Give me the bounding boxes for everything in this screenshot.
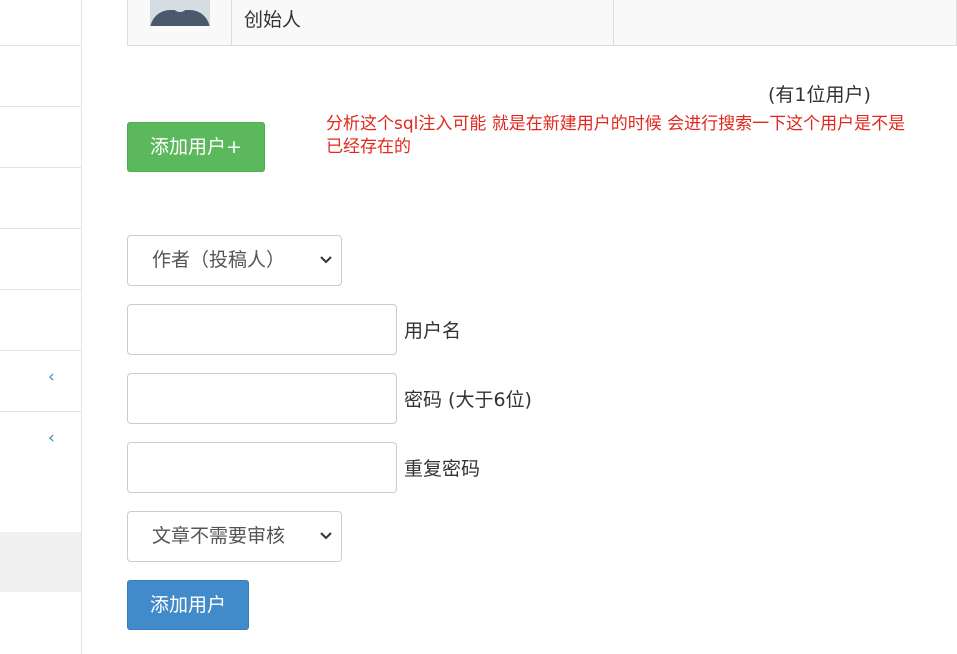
password-label: 密码 (大于6位) (404, 389, 532, 411)
sidebar-item[interactable] (0, 229, 81, 290)
add-user-submit-button[interactable]: 添加用户 (127, 580, 249, 630)
role-select[interactable]: 作者（投稿人） (127, 235, 342, 286)
review-select-value: 文章不需要审核 (152, 525, 286, 547)
chevron-down-icon (320, 256, 332, 264)
password-repeat-label: 重复密码 (404, 458, 481, 480)
annotation-note: 分析这个sql注入可能 就是在新建用户的时候 会进行搜索一下这个用户是不是已经存… (326, 114, 906, 157)
role-select-value: 作者（投稿人） (152, 249, 286, 271)
avatar-body (150, 10, 210, 26)
review-select[interactable]: 文章不需要审核 (127, 511, 342, 562)
sidebar-item[interactable] (0, 168, 81, 229)
sidebar-item[interactable] (0, 0, 81, 46)
sidebar-item-expandable[interactable]: ‹ (0, 351, 81, 412)
username-label: 用户名 (404, 320, 462, 342)
user-count: (有1位用户) (768, 84, 871, 106)
sidebar-item[interactable] (0, 290, 81, 351)
role-text: 创始人 (244, 9, 302, 31)
add-user-toggle-button[interactable]: 添加用户+ (127, 122, 265, 172)
chevron-left-icon: ‹ (48, 428, 55, 448)
password-input[interactable] (127, 373, 397, 424)
sidebar-item[interactable] (0, 46, 81, 107)
username-input[interactable] (127, 304, 397, 355)
sidebar-item-expandable[interactable]: ‹ (0, 412, 81, 473)
avatar (150, 0, 210, 26)
user-table: 创始人 (127, 0, 957, 46)
password-repeat-input[interactable] (127, 442, 397, 493)
chevron-left-icon: ‹ (48, 367, 55, 387)
sidebar-item[interactable] (0, 107, 81, 168)
table-cell-role: 创始人 (232, 0, 614, 45)
sidebar-item-active[interactable] (0, 532, 81, 592)
chevron-down-icon (320, 532, 332, 540)
table-cell-avatar (128, 0, 232, 45)
sidebar: ‹ ‹ (0, 0, 82, 654)
